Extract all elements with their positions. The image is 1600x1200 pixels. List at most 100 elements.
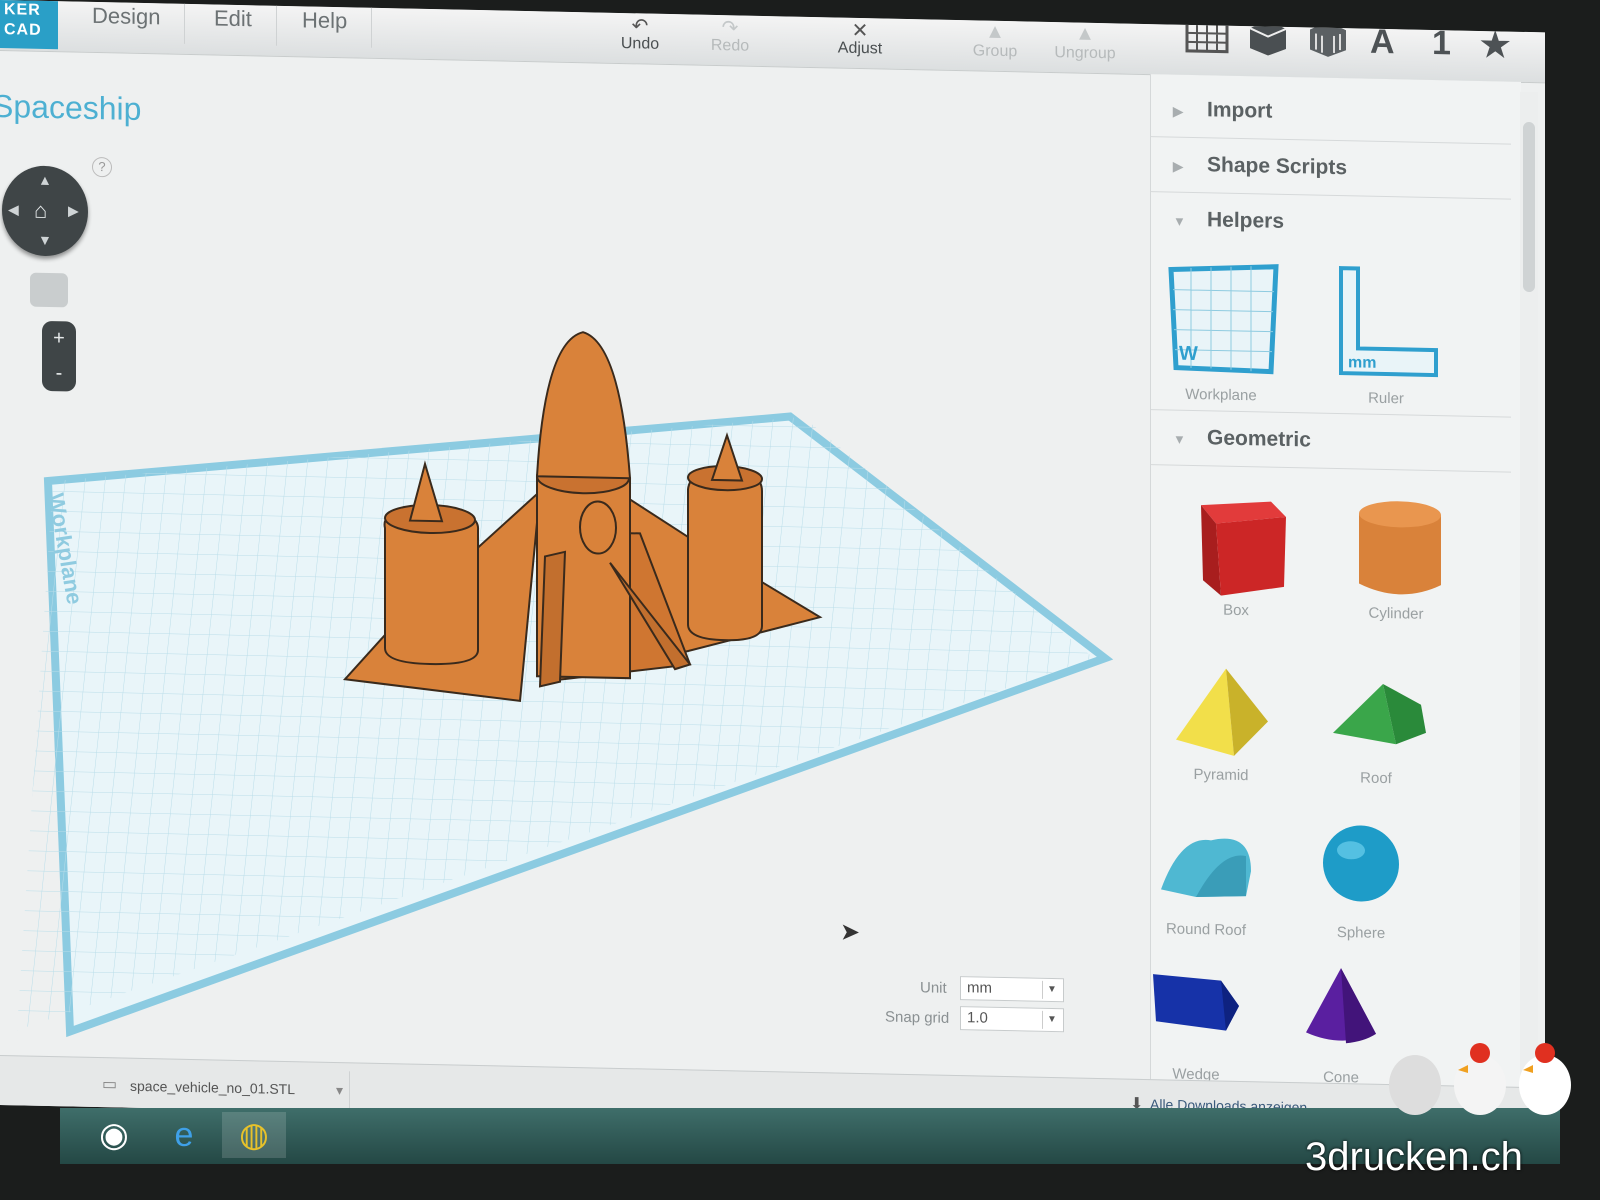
workplane-helper-icon: W <box>1168 264 1279 375</box>
fit-view-button[interactable] <box>30 272 68 308</box>
adjust-button[interactable]: ✕ Adjust <box>820 17 900 59</box>
crate-icon[interactable] <box>1308 19 1348 58</box>
shape-label: Cylinder <box>1368 604 1424 623</box>
chevron-down-icon: ▼ <box>1042 980 1061 1000</box>
snap-grid-value: 1.0 <box>967 1009 988 1027</box>
shape-roof[interactable]: Roof <box>1311 662 1441 788</box>
help-icon[interactable]: ? <box>92 156 112 178</box>
sidebar-scrollbar[interactable] <box>1520 91 1538 1093</box>
group-icon: ▲ <box>985 20 1005 44</box>
geometric-section[interactable]: ▼ Geometric <box>1151 409 1511 473</box>
helpers-section[interactable]: ▼ Helpers <box>1151 192 1511 254</box>
chevron-down-icon: ▼ <box>1173 213 1186 229</box>
snap-grid-select[interactable]: 1.0 ▼ <box>960 1006 1064 1033</box>
chevron-right-icon: ▶ <box>1173 158 1183 174</box>
cylinder-shape-icon <box>1359 501 1441 595</box>
shape-scripts-title: Shape Scripts <box>1207 153 1348 180</box>
roof-shape-icon <box>1333 683 1426 745</box>
chicken-mascots-logo <box>1389 1043 1571 1115</box>
zoom-in-button[interactable]: + <box>42 321 76 357</box>
helpers-title: Helpers <box>1207 208 1285 233</box>
shape-round-roof[interactable]: Round Roof <box>1141 814 1271 940</box>
redo-label: Redo <box>710 36 750 55</box>
redo-button[interactable]: ↷ Redo <box>690 14 770 56</box>
undo-label: Undo <box>620 35 660 53</box>
box-view-icon[interactable] <box>1248 18 1288 57</box>
menu-edit[interactable]: Edit <box>190 0 277 46</box>
view-navigation-control[interactable]: ▲ ▼ ◀ ▶ ⌂ <box>2 165 88 257</box>
pan-right-icon[interactable]: ▶ <box>68 202 79 219</box>
snap-grid-label: Snap grid <box>885 1008 950 1027</box>
mouse-cursor-icon: ➤ <box>840 918 861 947</box>
chevron-right-icon: ▶ <box>1173 103 1183 119</box>
shape-label: Sphere <box>1336 924 1386 943</box>
shape-scripts-section[interactable]: ▶ Shape Scripts <box>1151 137 1511 200</box>
adjust-label: Adjust <box>837 39 883 58</box>
chevron-down-icon: ▼ <box>1042 1010 1061 1030</box>
number-icon[interactable]: 1 <box>1432 24 1451 63</box>
sphere-shape-icon <box>1323 825 1399 902</box>
chevron-down-icon: ▼ <box>1173 431 1186 447</box>
download-filename: space_vehicle_no_01.STL <box>130 1077 296 1098</box>
shape-label: Box <box>1223 601 1249 620</box>
pyramid-shape-icon <box>1176 668 1268 756</box>
home-icon[interactable]: ⌂ <box>34 198 47 224</box>
chrome-icon[interactable]: ◍ <box>222 1112 286 1158</box>
unit-select[interactable]: mm ▼ <box>960 976 1064 1003</box>
menu-help[interactable]: Help <box>278 1 373 48</box>
zoom-control: + - <box>42 320 76 392</box>
workplane-badge: W <box>1179 343 1198 365</box>
text-icon[interactable]: A <box>1370 23 1395 63</box>
unit-value: mm <box>967 979 992 997</box>
watermark: 3drucken.ch <box>1305 1135 1523 1179</box>
import-title: Import <box>1207 98 1273 123</box>
application-window: KER CAD Design Edit Help ↶ Undo ↷ Redo ✕ … <box>0 0 1545 1138</box>
redo-icon: ↷ <box>721 17 739 40</box>
helper-label: Ruler <box>1368 389 1404 408</box>
shape-label: Roof <box>1360 769 1392 788</box>
shape-label: Round Roof <box>1165 920 1247 940</box>
undo-button[interactable]: ↶ Undo <box>600 13 680 55</box>
start-button-icon[interactable]: ◉ <box>82 1112 146 1158</box>
shape-sphere[interactable]: Sphere <box>1296 817 1426 943</box>
geometric-title: Geometric <box>1207 426 1311 452</box>
zoom-out-button[interactable]: - <box>42 356 76 392</box>
helper-workplane[interactable]: W Workplane <box>1156 259 1286 405</box>
grid-view-icon[interactable] <box>1185 21 1231 56</box>
star-icon[interactable]: ★ <box>1480 25 1510 66</box>
pan-down-icon[interactable]: ▼ <box>38 232 52 248</box>
helper-label: Workplane <box>1185 385 1257 405</box>
3d-viewport[interactable]: Workplane ➤ Unit mm ▼ Snap grid 1.0 ▼ <box>0 50 1145 1084</box>
download-item[interactable]: ▭ space_vehicle_no_01.STL ▾ <box>90 1065 350 1110</box>
tinkercad-logo[interactable]: KER CAD <box>0 0 58 50</box>
shape-label: Pyramid <box>1193 765 1249 785</box>
ungroup-icon: ▲ <box>1075 22 1095 45</box>
chevron-down-icon[interactable]: ▾ <box>336 1071 343 1109</box>
ungroup-button[interactable]: ▲ Ungroup <box>1045 22 1125 64</box>
shape-wedge[interactable]: Wedge <box>1131 959 1261 1085</box>
shape-cylinder[interactable]: Cylinder <box>1331 488 1461 624</box>
adjust-icon: ✕ <box>851 19 869 43</box>
shapes-sidebar: ▶ Import ▶ Shape Scripts ▼ Helpers W Workpl… <box>1150 74 1521 1092</box>
ruler-helper-icon: mm <box>1339 266 1438 378</box>
helper-ruler[interactable]: mm Ruler <box>1321 263 1451 409</box>
shape-pyramid[interactable]: Pyramid <box>1156 659 1286 785</box>
pan-up-icon[interactable]: ▲ <box>38 172 52 188</box>
project-title[interactable]: Spaceship <box>0 88 141 128</box>
ruler-badge: mm <box>1348 354 1376 372</box>
file-icon: ▭ <box>102 1076 118 1094</box>
round-roof-shape-icon <box>1161 838 1251 898</box>
wedge-shape-icon <box>1153 974 1239 1031</box>
import-section[interactable]: ▶ Import <box>1151 82 1511 145</box>
ungroup-label: Ungroup <box>1054 44 1116 63</box>
group-label: Group <box>972 42 1018 61</box>
menu-design[interactable]: Design <box>68 0 186 44</box>
group-button[interactable]: ▲ Group <box>955 20 1035 62</box>
undo-icon: ↶ <box>631 15 649 38</box>
unit-label: Unit <box>920 979 947 997</box>
pan-left-icon[interactable]: ◀ <box>8 201 19 218</box>
scrollbar-thumb[interactable] <box>1523 121 1535 293</box>
shape-box[interactable]: Box <box>1171 485 1301 621</box>
box-shape-icon <box>1201 501 1286 596</box>
internet-explorer-icon[interactable]: e <box>152 1112 216 1158</box>
